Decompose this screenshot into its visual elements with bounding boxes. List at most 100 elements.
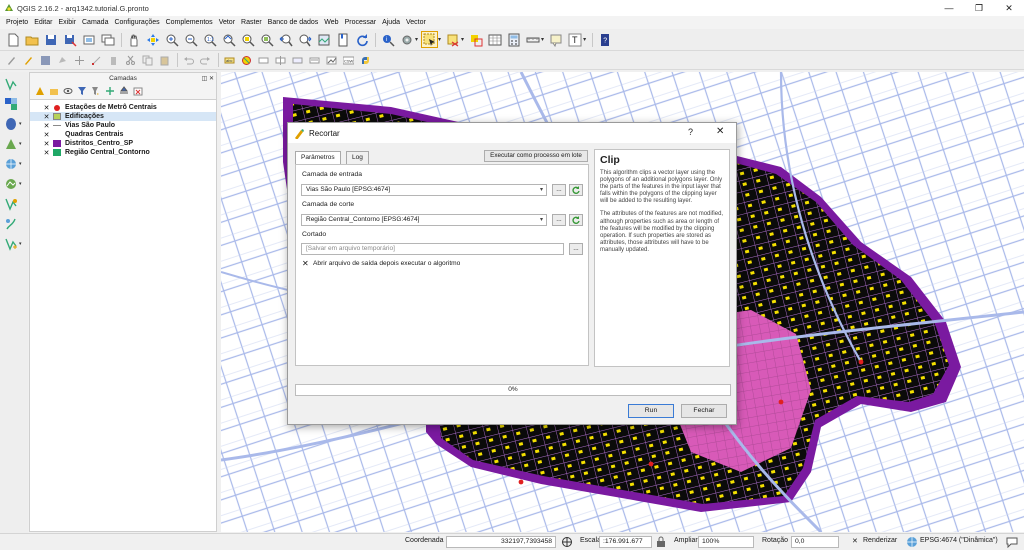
new-project-icon[interactable] [4, 31, 21, 48]
label-icon[interactable]: abc [222, 53, 236, 67]
save-as-icon[interactable] [61, 31, 78, 48]
panel-float-close-controls[interactable]: ◫ ✕ [202, 74, 214, 85]
deselect-all-icon[interactable] [467, 31, 484, 48]
toggle-edit-icon[interactable] [21, 53, 35, 67]
clip-layer-select[interactable]: Região Central_Contorno [EPSG:4674] ▾ [301, 214, 547, 226]
menu-raster[interactable]: Raster [238, 19, 265, 26]
zoom-last-icon[interactable] [277, 31, 294, 48]
zoom-to-selection-icon[interactable] [239, 31, 256, 48]
menu-vetor[interactable]: Vetor [216, 19, 238, 26]
collapse-all-icon[interactable] [118, 86, 129, 97]
input-layer-select[interactable]: Vias São Paulo [EPSG:4674] ▾ [301, 184, 547, 196]
layer-row-estacoes-metro[interactable]: ✕ Estações de Metrô Centrais [30, 103, 216, 112]
label-show-icon[interactable] [256, 53, 270, 67]
undo-icon[interactable] [181, 53, 195, 67]
field-calculator-icon[interactable] [505, 31, 522, 48]
add-wfs-layer-icon[interactable]: ▾ [4, 176, 24, 192]
window-close-button[interactable]: ✕ [994, 0, 1024, 16]
save-project-icon[interactable] [42, 31, 59, 48]
lock-scale-icon[interactable] [656, 536, 666, 548]
menu-processar[interactable]: Processar [342, 19, 380, 26]
dialog-close-button[interactable]: ✕ [716, 126, 724, 137]
magnifier-field[interactable]: 100% [698, 536, 754, 548]
add-wms-layer-icon[interactable]: ▾ [4, 156, 24, 172]
filter-by-expression-icon[interactable]: ε [90, 86, 101, 97]
restore-button[interactable]: ❐ [964, 0, 994, 16]
output-file-field[interactable]: [Salvar em arquivo temporário] [301, 243, 564, 255]
filter-legend-icon[interactable] [76, 86, 87, 97]
menu-ajuda[interactable]: Ajuda [379, 19, 403, 26]
zoom-out-icon[interactable] [182, 31, 199, 48]
zoom-full-icon[interactable] [220, 31, 237, 48]
delete-icon[interactable] [106, 53, 120, 67]
open-project-icon[interactable] [23, 31, 40, 48]
digitize-icon[interactable] [324, 53, 338, 67]
deselect-icon[interactable] [444, 31, 461, 48]
layer-visibility-checkbox[interactable]: ✕ [43, 131, 50, 139]
add-delimited-text-icon[interactable] [4, 196, 24, 212]
print-composer-icon[interactable] [80, 31, 97, 48]
composer-manager-icon[interactable] [99, 31, 116, 48]
coordinate-field[interactable]: 332197,7393458 [446, 536, 556, 548]
node-tool-icon[interactable] [89, 53, 103, 67]
iterate-over-features-button[interactable] [569, 184, 583, 196]
refresh-icon[interactable] [353, 31, 370, 48]
help-icon[interactable]: ? [596, 31, 613, 48]
copy-icon[interactable] [140, 53, 154, 67]
iterate-over-features-button[interactable] [569, 214, 583, 226]
measure-icon[interactable] [524, 31, 541, 48]
layer-visibility-checkbox[interactable]: ✕ [43, 113, 50, 121]
menu-camada[interactable]: Camada [79, 19, 111, 26]
menu-complementos[interactable]: Complementos [163, 19, 216, 26]
add-raster-layer-icon[interactable] [4, 96, 24, 112]
text-annotation-icon[interactable]: T [566, 31, 583, 48]
menu-projeto[interactable]: Projeto [3, 19, 31, 26]
expand-all-icon[interactable] [104, 86, 115, 97]
identify-icon[interactable]: i [379, 31, 396, 48]
tab-log[interactable]: Log [346, 151, 369, 164]
crs-globe-icon[interactable] [906, 536, 918, 548]
add-feature-icon[interactable] [55, 53, 69, 67]
menu-banco-de-dados[interactable]: Banco de dados [265, 19, 322, 26]
zoom-to-layer-icon[interactable] [258, 31, 275, 48]
cut-icon[interactable] [123, 53, 137, 67]
menu-editar[interactable]: Editar [31, 19, 55, 26]
menu-web[interactable]: Web [321, 19, 341, 26]
annotation-icon[interactable] [547, 31, 564, 48]
new-map-view-icon[interactable] [315, 31, 332, 48]
python-icon[interactable] [358, 53, 372, 67]
layer-style-icon[interactable] [34, 86, 45, 97]
open-output-checkbox[interactable]: ✕ [302, 259, 310, 268]
label-rotate-icon[interactable] [290, 53, 304, 67]
run-as-batch-button[interactable]: Executar como processo em lote [484, 150, 588, 162]
layer-visibility-checkbox[interactable]: ✕ [43, 122, 50, 130]
input-layer-browse-button[interactable]: ... [552, 184, 566, 196]
add-vector-layer-icon[interactable] [4, 76, 24, 92]
zoom-next-icon[interactable] [296, 31, 313, 48]
move-feature-icon[interactable] [72, 53, 86, 67]
edits-icon[interactable] [4, 53, 18, 67]
label-change-icon[interactable] [307, 53, 321, 67]
scale-select[interactable]: :176.991.677 [599, 536, 652, 548]
render-checkbox[interactable]: ✕ [852, 537, 858, 545]
add-group-icon[interactable] [48, 86, 59, 97]
layer-row-edificacoes[interactable]: ✕ Edificações [30, 112, 216, 121]
pan-icon[interactable] [125, 31, 142, 48]
output-browse-button[interactable]: ... [569, 243, 583, 255]
zoom-actual-icon[interactable]: 1:1 [201, 31, 218, 48]
layer-visibility-checkbox[interactable]: ✕ [43, 149, 50, 157]
label-pin-icon[interactable] [239, 53, 253, 67]
pan-to-selection-icon[interactable] [144, 31, 161, 48]
tab-parametros[interactable]: Parâmetros [295, 151, 341, 165]
bookmarks-icon[interactable] [334, 31, 351, 48]
layer-row-regiao-central[interactable]: ✕ Região Central_Contorno [30, 148, 216, 157]
crs-label[interactable]: EPSG:4674 ("Dinâmica") [920, 537, 998, 544]
zoom-in-icon[interactable] [163, 31, 180, 48]
layer-visibility-checkbox[interactable]: ✕ [43, 104, 50, 112]
layer-row-quadras-centrais[interactable]: ✕ Quadras Centrais [30, 130, 216, 139]
open-output-checkbox-row[interactable]: ✕ Abrir arquivo de saída depois executar… [302, 259, 460, 268]
add-postgis-layer-icon[interactable]: ▾ [4, 116, 24, 132]
remove-layer-icon[interactable] [132, 86, 143, 97]
attribute-table-icon[interactable] [486, 31, 503, 48]
paste-icon[interactable] [157, 53, 171, 67]
